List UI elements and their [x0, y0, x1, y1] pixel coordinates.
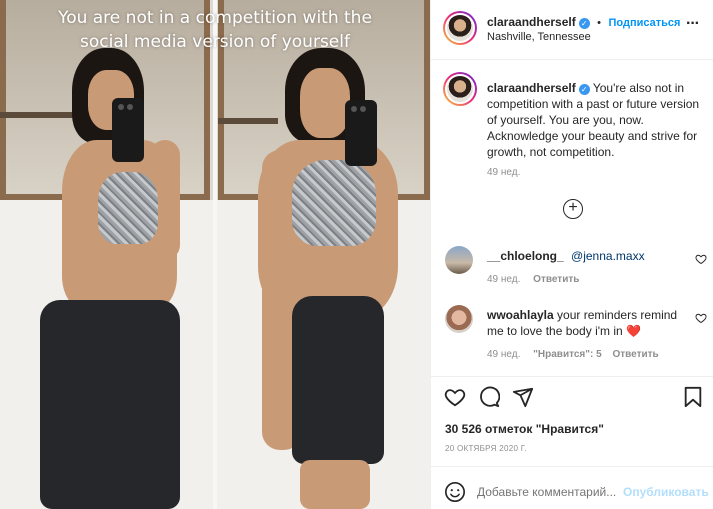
comment-icon[interactable]	[478, 386, 500, 408]
comment2-likes[interactable]: "Нравится": 5	[533, 349, 602, 360]
comment1-username[interactable]: __chloelong_	[487, 249, 564, 263]
load-more-glyph: +	[568, 199, 578, 216]
more-icon[interactable]: ···	[686, 15, 700, 33]
comment1-avatar[interactable]	[445, 246, 473, 274]
post-panel: claraandherself ✓ • Подписаться Nashville…	[430, 0, 713, 509]
comment2-time: 49 нед.	[487, 349, 521, 360]
location-link[interactable]: Nashville, Tennessee	[487, 31, 591, 43]
heart-icon[interactable]	[444, 386, 466, 408]
header-dot: •	[597, 17, 602, 29]
share-icon[interactable]	[512, 386, 534, 408]
caption-text-block: claraandherself ✓ You're also not in comp…	[487, 80, 707, 160]
header-user-row: claraandherself ✓ • Подписаться	[487, 13, 680, 31]
comment-2: wwoahlayla your reminders remind me to l…	[487, 307, 687, 339]
comment2-avatar[interactable]	[445, 305, 473, 333]
caption-time: 49 нед.	[487, 167, 521, 178]
post-header: claraandherself ✓ • Подписаться Nashville…	[431, 0, 713, 60]
actions-divider	[431, 376, 713, 377]
publish-button[interactable]: Опубликовать	[623, 485, 709, 499]
shelf-right	[218, 118, 278, 124]
comment-input[interactable]	[477, 481, 622, 503]
photo-overlay-line1: You are not in a competition with the	[58, 8, 372, 28]
caption-avatar[interactable]	[443, 72, 477, 106]
follow-button[interactable]: Подписаться	[608, 17, 680, 29]
comment-1: __chloelong_ @jenna.maxx	[487, 248, 687, 264]
verified-icon: ✓	[578, 18, 590, 29]
post-photo[interactable]: You are not in a competition with the so…	[0, 0, 430, 509]
heart-icon[interactable]	[695, 312, 707, 324]
comment2-reply[interactable]: Ответить	[612, 349, 658, 360]
heart-icon[interactable]	[695, 253, 707, 265]
photo-overlay-line2: social media version of yourself	[80, 32, 350, 52]
photo-divider	[213, 0, 217, 509]
likes-count[interactable]: 30 526 отметок "Нравится"	[445, 422, 604, 436]
verified-icon: ✓	[578, 84, 590, 95]
comment2-emoji: ❤️	[626, 324, 641, 338]
header-username[interactable]: claraandherself	[487, 15, 576, 29]
emoji-icon[interactable]	[444, 481, 466, 503]
input-divider	[431, 466, 713, 467]
bookmark-icon[interactable]	[683, 386, 703, 408]
author-avatar[interactable]	[443, 11, 477, 45]
post-date[interactable]: 20 ОКТЯБРЯ 2020 Г.	[445, 444, 527, 453]
comment1-meta: 49 нед. Ответить	[487, 274, 579, 285]
comment2-meta: 49 нед. "Нравится": 5 Ответить	[487, 349, 659, 360]
comment1-time: 49 нед.	[487, 274, 521, 285]
caption-username[interactable]: claraandherself	[487, 81, 576, 95]
comment1-reply[interactable]: Ответить	[533, 274, 579, 285]
comment1-mention[interactable]: @jenna.maxx	[571, 249, 645, 263]
add-circle-icon[interactable]: +	[563, 199, 583, 219]
comment2-username[interactable]: wwoahlayla	[487, 308, 554, 322]
